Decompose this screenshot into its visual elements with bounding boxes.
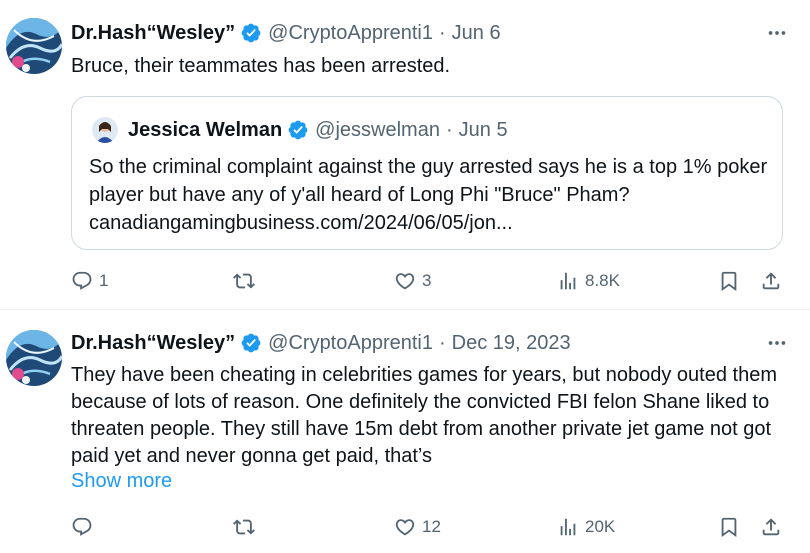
quoted-tweet-text: So the criminal complaint against the gu… (89, 156, 768, 234)
views-button[interactable]: 8.8K (557, 266, 620, 296)
share-button[interactable] (760, 266, 782, 296)
more-icon (766, 22, 788, 44)
verified-badge-icon[interactable] (240, 332, 262, 354)
separator-dot: · (438, 21, 446, 44)
like-icon (394, 270, 416, 292)
show-more-link[interactable]: Show more (71, 470, 172, 493)
reply-icon (71, 270, 93, 292)
like-count: 12 (422, 517, 441, 536)
bookmark-icon (718, 270, 740, 292)
author-handle[interactable]: @CryptoApprenti1 (268, 332, 433, 355)
quoted-author-handle: @jesswelman (315, 118, 440, 141)
verified-badge-icon[interactable] (240, 22, 262, 44)
tweet-text: Bruce, their teammates has been arrested… (71, 55, 451, 77)
views-button[interactable]: 20K (557, 512, 615, 542)
more-options-button[interactable] (764, 330, 790, 356)
quoted-tweet[interactable]: Jessica Welman @jesswelman · Jun 5 So th… (71, 96, 783, 250)
avatar[interactable] (6, 330, 62, 386)
views-icon (557, 516, 579, 538)
like-button[interactable]: 12 (394, 512, 441, 542)
author-name[interactable]: Dr.Hash“Wesley” (71, 22, 235, 45)
action-bar: 1 3 8.8K (71, 266, 791, 296)
reply-count: 1 (99, 271, 109, 290)
views-icon (557, 270, 579, 292)
tweet-date[interactable]: Jun 6 (452, 22, 501, 45)
more-icon (766, 332, 788, 354)
quoted-tweet-date: Jun 5 (458, 118, 508, 141)
repost-button[interactable] (233, 266, 261, 296)
author-handle[interactable]: @CryptoApprenti1 (268, 22, 433, 45)
more-options-button[interactable] (764, 20, 790, 46)
tweet-header: Dr.Hash“Wesley” @CryptoApprenti1 · Dec 1… (71, 330, 790, 356)
repost-icon (233, 516, 255, 538)
action-bar: 12 20K (71, 512, 791, 542)
separator-dot: · (445, 118, 453, 141)
tweet[interactable]: Dr.Hash“Wesley” @CryptoApprenti1 · Jun 6… (0, 0, 810, 310)
avatar-image (6, 18, 62, 74)
avatar[interactable] (6, 18, 62, 74)
view-count: 8.8K (585, 271, 620, 290)
repost-button[interactable] (233, 512, 261, 542)
reply-icon (71, 516, 93, 538)
share-button[interactable] (760, 512, 782, 542)
quoted-author-name: Jessica Welman (128, 118, 283, 141)
reply-button[interactable]: 1 (71, 266, 108, 296)
repost-icon (233, 270, 255, 292)
like-button[interactable]: 3 (394, 266, 431, 296)
view-count: 20K (585, 517, 616, 536)
reply-button[interactable] (71, 512, 99, 542)
verified-badge-icon (287, 119, 309, 141)
avatar-image (6, 330, 62, 386)
tweet-text: They have been cheating in celebrities g… (71, 364, 777, 467)
like-icon (394, 516, 416, 538)
quoted-avatar-image (92, 117, 118, 143)
share-icon (760, 516, 782, 538)
like-count: 3 (422, 271, 432, 290)
tweet-date[interactable]: Dec 19, 2023 (452, 332, 571, 355)
bookmark-button[interactable] (718, 512, 740, 542)
tweet-header: Dr.Hash“Wesley” @CryptoApprenti1 · Jun 6 (71, 20, 790, 46)
quoted-avatar (92, 117, 118, 143)
bookmark-button[interactable] (718, 266, 740, 296)
share-icon (760, 270, 782, 292)
bookmark-icon (718, 516, 740, 538)
separator-dot: · (438, 331, 446, 354)
author-name[interactable]: Dr.Hash“Wesley” (71, 332, 235, 355)
tweet[interactable]: Dr.Hash“Wesley” @CryptoApprenti1 · Dec 1… (0, 311, 810, 553)
quoted-tweet-header: Jessica Welman @jesswelman · Jun 5 (92, 117, 508, 143)
